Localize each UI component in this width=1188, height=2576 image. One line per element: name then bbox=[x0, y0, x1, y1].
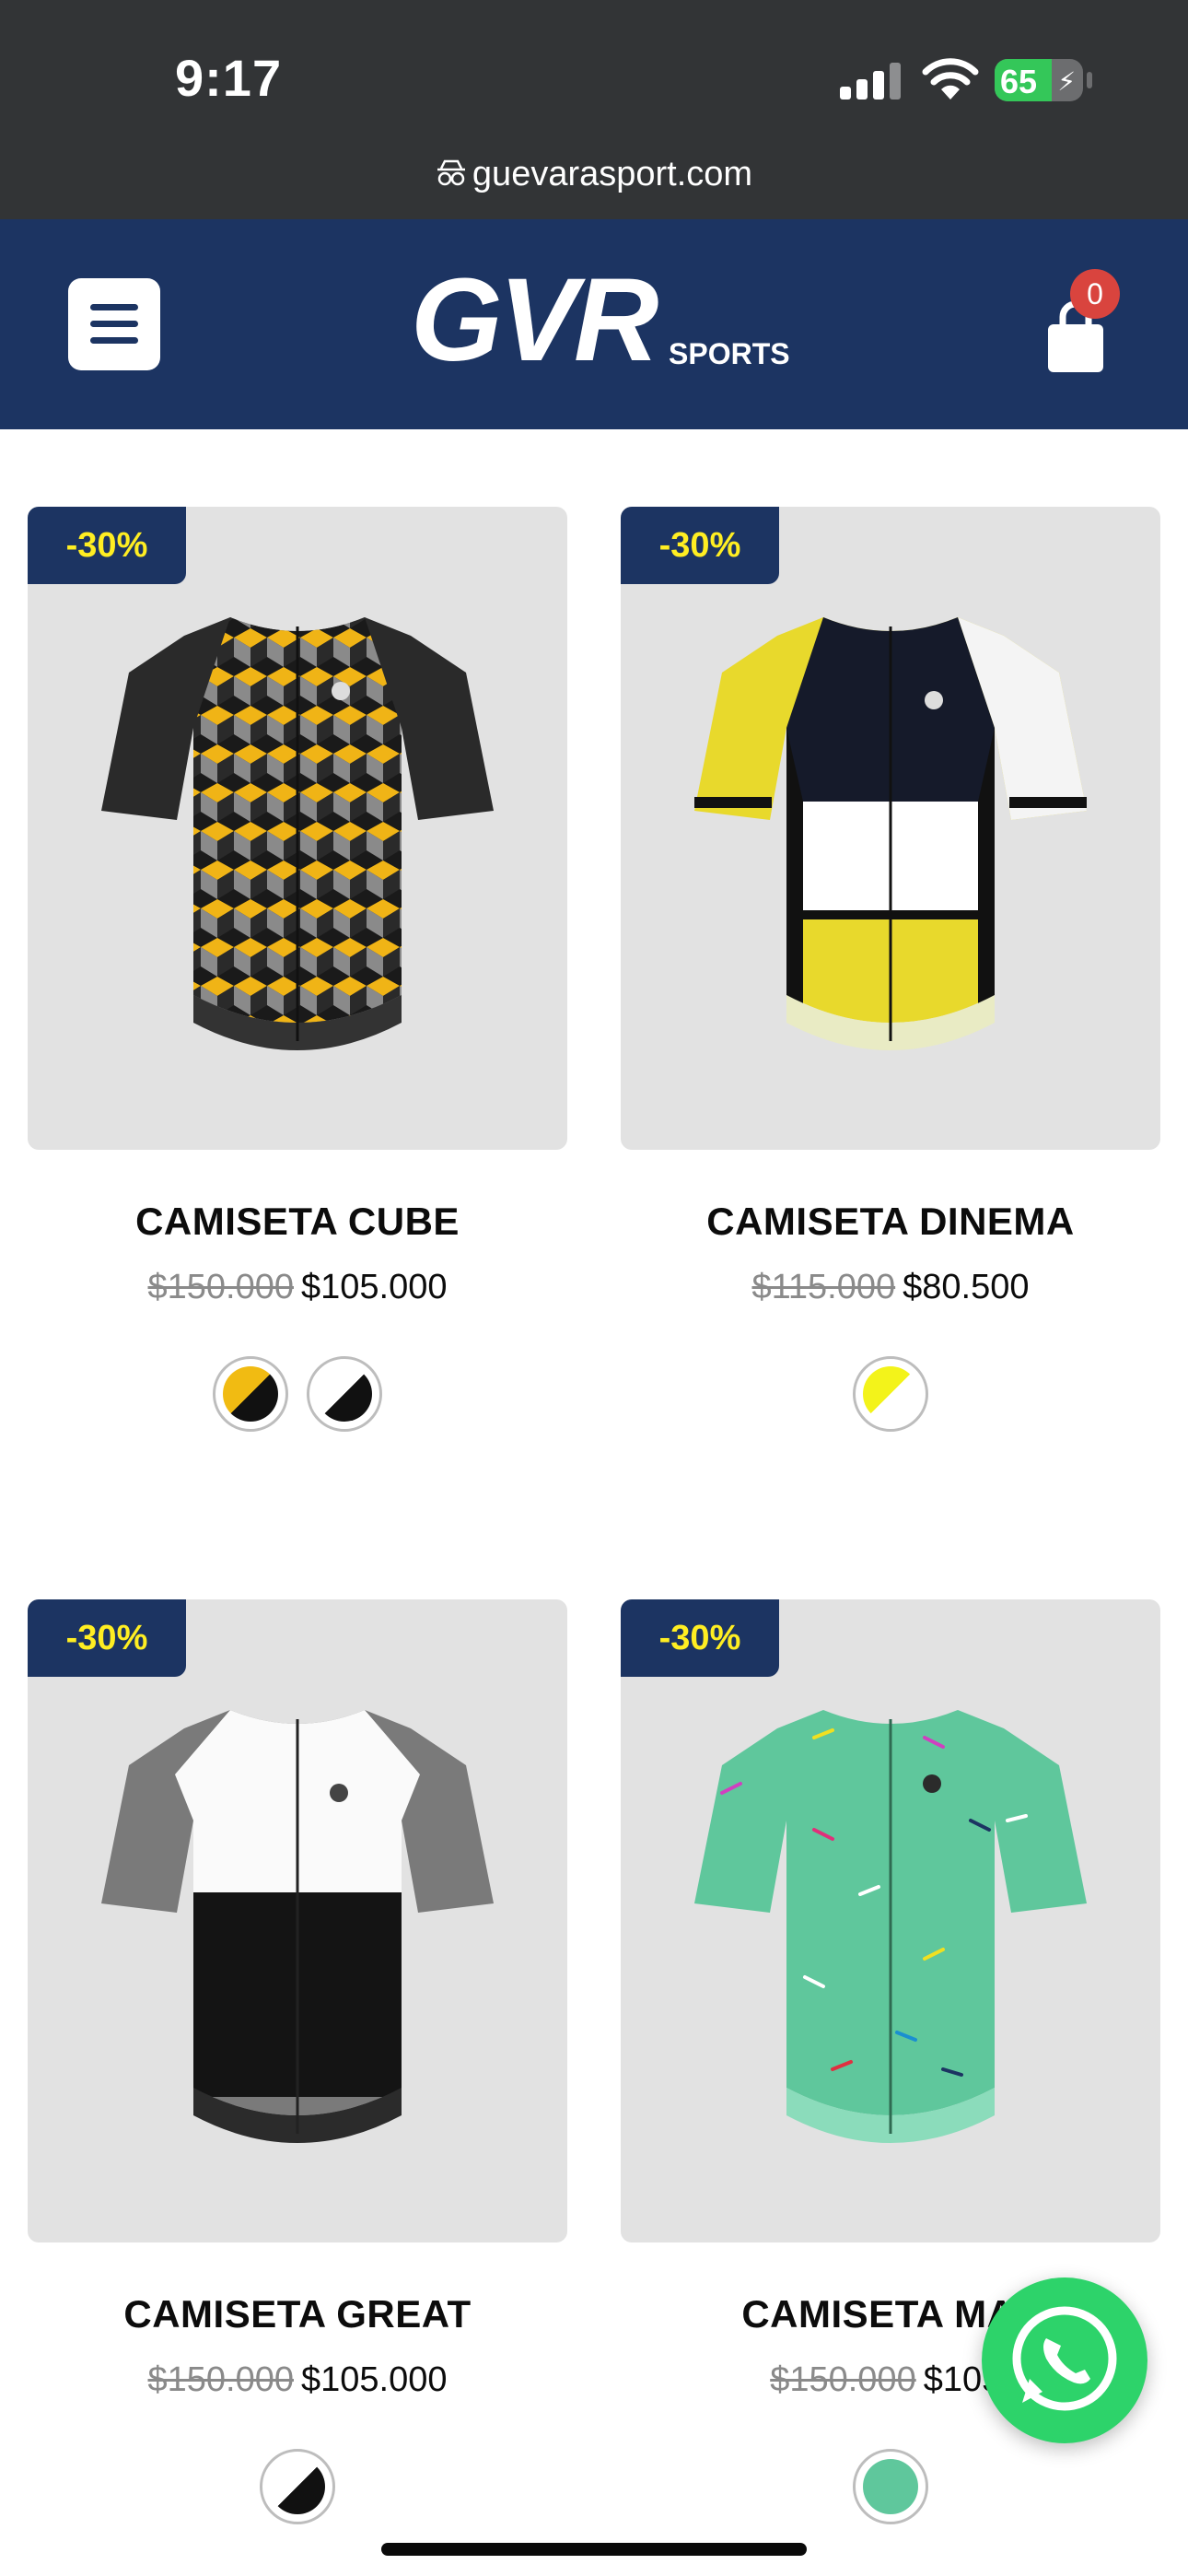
hamburger-icon bbox=[90, 304, 138, 310]
sale-price: $105.000 bbox=[301, 2360, 448, 2399]
product-price: $150.000 $105.000 bbox=[28, 2360, 567, 2400]
cellular-signal-icon bbox=[840, 63, 901, 100]
battery-percent: 65 bbox=[1000, 63, 1038, 100]
url-text: guevarasport.com bbox=[472, 155, 753, 193]
color-swatches bbox=[621, 1356, 1160, 1436]
sale-price: $80.500 bbox=[903, 1268, 1030, 1306]
cart-count-badge: 0 bbox=[1070, 269, 1120, 319]
discount-badge: -30% bbox=[28, 1599, 186, 1677]
site-logo[interactable]: GVR SPORTS bbox=[411, 254, 798, 386]
sale-price: $105.000 bbox=[301, 1268, 448, 1306]
product-image[interactable]: -30% bbox=[28, 507, 567, 1150]
logo-main: GVR bbox=[411, 254, 658, 386]
battery-cap bbox=[1087, 72, 1092, 88]
product-image[interactable]: -30% bbox=[621, 1599, 1160, 2242]
color-swatch[interactable] bbox=[212, 1356, 288, 1432]
color-swatches bbox=[28, 2449, 567, 2529]
jersey-great-image bbox=[101, 1710, 494, 2143]
old-price: $150.000 bbox=[147, 1268, 295, 1306]
old-price: $150.000 bbox=[770, 2360, 916, 2399]
menu-button[interactable] bbox=[68, 278, 160, 370]
status-time: 9:17 bbox=[175, 49, 283, 107]
hamburger-icon-line bbox=[90, 337, 138, 344]
site-header: GVR SPORTS 0 bbox=[0, 219, 1188, 429]
old-price: $150.000 bbox=[147, 2360, 295, 2399]
color-swatch[interactable] bbox=[307, 1356, 383, 1432]
whatsapp-icon bbox=[1012, 2306, 1117, 2411]
charging-bolt-icon: ⚡ bbox=[1057, 67, 1076, 96]
product-price: $115.000 $80.500 bbox=[621, 1268, 1160, 1307]
logo-sub: SPORTS bbox=[669, 337, 790, 370]
color-swatch[interactable] bbox=[853, 2449, 928, 2524]
color-swatches bbox=[28, 1356, 567, 1436]
product-price: $150.000 $105.000 bbox=[28, 1268, 567, 1307]
color-swatch[interactable] bbox=[260, 2449, 335, 2524]
product-image[interactable]: -30% bbox=[621, 507, 1160, 1150]
whatsapp-button[interactable] bbox=[982, 2277, 1147, 2443]
product-image[interactable]: -30% bbox=[28, 1599, 567, 2242]
wifi-icon bbox=[922, 58, 979, 100]
product-title[interactable]: CAMISETA CUBE bbox=[28, 1200, 567, 1244]
discount-badge: -30% bbox=[621, 1599, 779, 1677]
old-price: $115.000 bbox=[751, 1268, 896, 1306]
discount-badge: -30% bbox=[28, 507, 186, 584]
jersey-mal-image bbox=[694, 1710, 1087, 2143]
discount-badge: -30% bbox=[621, 507, 779, 584]
address-bar[interactable]: guevarasport.com bbox=[0, 155, 1188, 194]
color-swatch[interactable] bbox=[853, 1356, 928, 1432]
hamburger-icon-line bbox=[90, 321, 138, 327]
home-indicator bbox=[381, 2543, 807, 2556]
jersey-cube-image bbox=[101, 617, 494, 1050]
status-bar: 9:17 65 ⚡ guevarasport.com bbox=[0, 0, 1188, 219]
jersey-dinema-image bbox=[694, 617, 1087, 1050]
battery-indicator: 65 ⚡ bbox=[995, 59, 1083, 101]
product-title[interactable]: CAMISETA GREAT bbox=[28, 2292, 567, 2336]
privacy-glasses-icon bbox=[437, 159, 465, 186]
product-title[interactable]: CAMISETA DINEMA bbox=[621, 1200, 1160, 1244]
color-swatches bbox=[621, 2449, 1160, 2529]
